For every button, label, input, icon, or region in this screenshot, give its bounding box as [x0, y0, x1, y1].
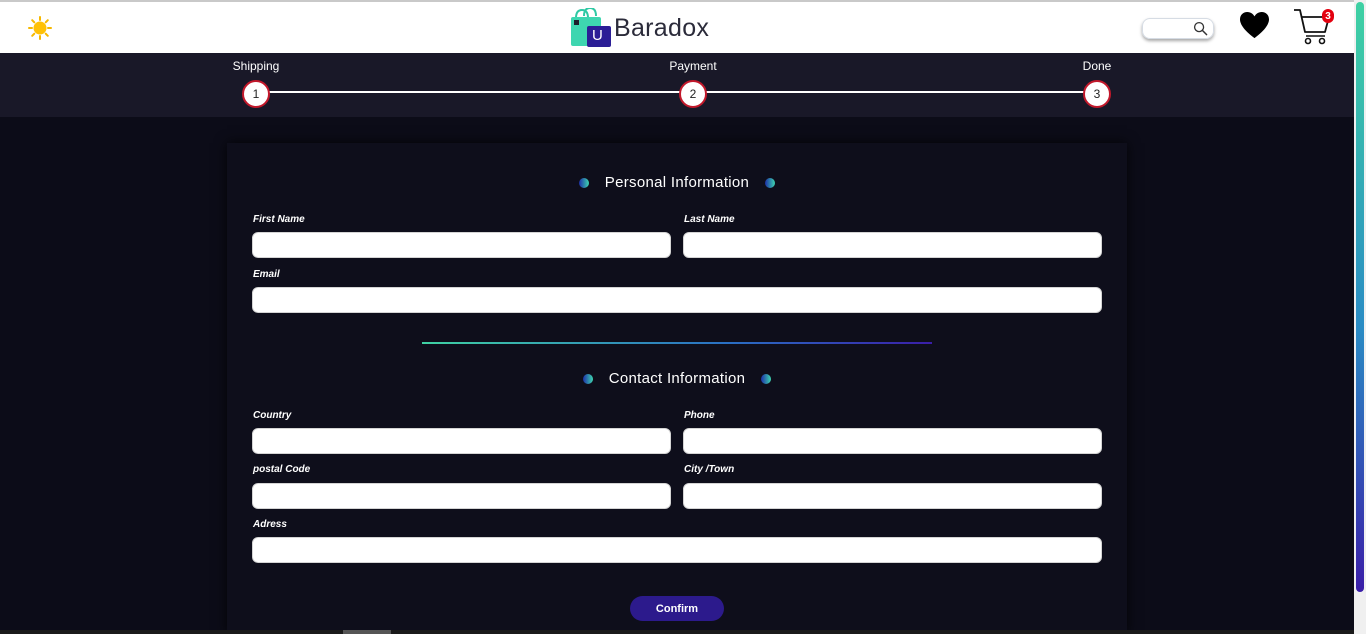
header: U Baradox 3 [0, 2, 1354, 53]
decorative-dot [582, 373, 593, 384]
progress-line [256, 91, 1097, 93]
step-label-done: Done [1082, 59, 1112, 73]
brand-name: Baradox [614, 13, 710, 42]
step-shipping[interactable]: 1 [242, 80, 270, 108]
postal-code-field[interactable] [252, 483, 671, 509]
step-done[interactable]: 3 [1083, 80, 1111, 108]
address-label: Adress [253, 519, 287, 530]
address-field[interactable] [252, 537, 1102, 563]
checkout-progress: Shipping 1 Payment 2 Done 3 [0, 53, 1354, 117]
search-box[interactable] [1142, 18, 1214, 39]
decorative-dot [578, 177, 589, 188]
logo-letter: U [592, 27, 603, 44]
last-name-label: Last Name [684, 214, 735, 225]
city-field[interactable] [683, 483, 1102, 509]
country-label: Country [253, 410, 292, 421]
search-input[interactable] [1146, 20, 1190, 37]
cart-count-badge: 3 [1322, 9, 1334, 23]
horizontal-scrollbar[interactable] [0, 630, 1354, 634]
phone-field[interactable] [683, 428, 1102, 454]
last-name-field[interactable] [683, 232, 1102, 258]
section-divider [422, 342, 932, 344]
shopping-bag-logo-icon: U [570, 6, 612, 48]
email-label: Email [253, 269, 280, 280]
contact-info-heading: Contact Information [227, 370, 1127, 387]
postal-code-label: postal Code [253, 464, 311, 475]
personal-info-title: Personal Information [604, 174, 750, 191]
brand-logo[interactable]: U Baradox [570, 6, 710, 48]
city-label: City /Town [684, 464, 735, 475]
search-icon[interactable] [1193, 21, 1208, 36]
email-field[interactable] [252, 287, 1102, 313]
country-field[interactable] [252, 428, 671, 454]
step-label-payment: Payment [669, 59, 717, 73]
horizontal-scrollbar-thumb[interactable] [343, 630, 391, 634]
first-name-label: First Name [253, 214, 305, 225]
contact-info-title: Contact Information [608, 370, 746, 387]
theme-toggle-sun-icon[interactable] [28, 16, 52, 40]
personal-info-heading: Personal Information [227, 174, 1127, 191]
vertical-scrollbar[interactable] [1354, 0, 1366, 634]
confirm-button[interactable]: Confirm [630, 596, 724, 621]
step-label-shipping: Shipping [232, 59, 280, 73]
first-name-field[interactable] [252, 232, 671, 258]
wishlist-heart-icon[interactable] [1239, 11, 1270, 40]
decorative-dot [765, 177, 776, 188]
checkout-form-card: Personal Information First Name Last Nam… [227, 143, 1127, 634]
scrollbar-thumb[interactable] [1356, 2, 1364, 592]
decorative-dot [761, 373, 772, 384]
step-payment[interactable]: 2 [679, 80, 707, 108]
phone-label: Phone [684, 410, 715, 421]
